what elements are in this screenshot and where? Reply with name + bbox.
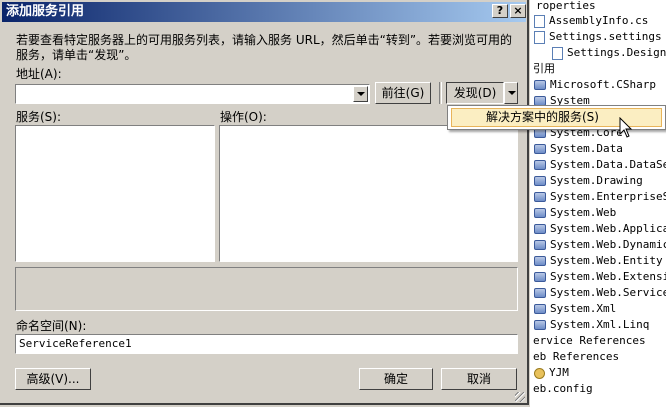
- advanced-button[interactable]: 高级(V)...: [15, 368, 91, 390]
- ok-button[interactable]: 确定: [359, 368, 433, 390]
- reference-icon: [534, 192, 546, 202]
- file-icon: [552, 46, 563, 60]
- reference-icon: [534, 304, 546, 314]
- discover-dropdown-button[interactable]: [504, 82, 518, 104]
- dialog-titlebar[interactable]: 添加服务引用 ? ×: [2, 2, 526, 22]
- web-reference-icon: [534, 367, 545, 379]
- reference-icon: [534, 256, 546, 266]
- discover-menu: 解决方案中的服务(S): [447, 105, 666, 130]
- explorer-ref-system-web-app[interactable]: System.Web.Applicati: [534, 221, 666, 237]
- explorer-item-properties[interactable]: roperties: [536, 0, 596, 14]
- explorer-item-web-references[interactable]: eb References: [533, 349, 619, 365]
- explorer-item-references[interactable]: 引用: [533, 61, 555, 77]
- reference-icon: [534, 288, 546, 298]
- reference-icon: [534, 320, 546, 330]
- chevron-down-icon: [357, 92, 365, 96]
- reference-icon: [534, 176, 546, 186]
- dialog-title: 添加服务引用: [6, 4, 85, 19]
- reference-icon: [534, 224, 546, 234]
- dialog-instructions: 若要查看特定服务器上的可用服务列表，请输入服务 URL，然后单击“转到”。若要浏…: [16, 33, 513, 62]
- address-dropdown-button[interactable]: [353, 86, 368, 102]
- explorer-ref-system-web-entity[interactable]: System.Web.Entity: [534, 253, 663, 269]
- discover-button[interactable]: 发现(D): [446, 82, 504, 104]
- file-icon: [534, 14, 545, 28]
- solution-explorer: roperties AssemblyInfo.cs Settings.setti…: [530, 0, 666, 407]
- address-combobox[interactable]: [15, 84, 370, 104]
- reference-icon: [534, 80, 546, 90]
- explorer-ref-system-data-dataset[interactable]: System.Data.DataSetE: [534, 157, 666, 173]
- explorer-ref-system-web-services[interactable]: System.Web.Services: [534, 285, 666, 301]
- explorer-item-settings-designer[interactable]: Settings.Designer: [552, 45, 666, 61]
- resize-grip-icon[interactable]: [515, 392, 525, 402]
- mouse-pointer-icon: [619, 117, 633, 138]
- explorer-ref-system-data[interactable]: System.Data: [534, 141, 623, 157]
- explorer-item-settings[interactable]: Settings.settings: [534, 29, 662, 45]
- help-button[interactable]: ?: [492, 4, 508, 18]
- explorer-ref-system-web-ext[interactable]: System.Web.Extensio: [534, 269, 666, 285]
- explorer-ref-system-web-dynamic[interactable]: System.Web.DynamicDa: [534, 237, 666, 253]
- reference-icon: [534, 208, 546, 218]
- go-button[interactable]: 前往(G): [375, 82, 431, 104]
- explorer-ref-microsoft-csharp[interactable]: Microsoft.CSharp: [534, 77, 656, 93]
- settings-file-icon: [534, 30, 545, 44]
- services-list[interactable]: [15, 125, 215, 262]
- explorer-ref-system-enterprise[interactable]: System.EnterpriseSer: [534, 189, 666, 205]
- operations-list[interactable]: [219, 125, 518, 262]
- explorer-item-yjm[interactable]: YJM: [534, 365, 569, 381]
- explorer-ref-system-web[interactable]: System.Web: [534, 205, 616, 221]
- explorer-item-webconfig[interactable]: eb.config: [533, 381, 593, 397]
- add-service-reference-dialog: 添加服务引用 ? × 若要查看特定服务器上的可用服务列表，请输入服务 URL，然…: [0, 0, 529, 405]
- reference-icon: [534, 240, 546, 250]
- cancel-button[interactable]: 取消: [441, 368, 517, 390]
- reference-icon: [534, 272, 546, 282]
- details-panel: [15, 267, 518, 311]
- explorer-item-service-references[interactable]: ervice References: [533, 333, 646, 349]
- explorer-item-assemblyinfo[interactable]: AssemblyInfo.cs: [534, 13, 648, 29]
- reference-icon: [534, 144, 546, 154]
- reference-icon: [534, 160, 546, 170]
- explorer-ref-system-xml[interactable]: System.Xml: [534, 301, 616, 317]
- explorer-ref-system-xml-linq[interactable]: System.Xml.Linq: [534, 317, 649, 333]
- chevron-down-icon: [508, 91, 516, 95]
- namespace-input[interactable]: ServiceReference1: [15, 334, 518, 354]
- namespace-value: ServiceReference1: [19, 337, 132, 350]
- address-label: 地址(A):: [16, 67, 62, 81]
- namespace-label: 命名空间(N):: [16, 319, 87, 333]
- operations-label: 操作(O):: [220, 110, 267, 124]
- explorer-ref-system-drawing[interactable]: System.Drawing: [534, 173, 643, 189]
- close-button[interactable]: ×: [510, 4, 526, 18]
- services-label: 服务(S):: [16, 110, 62, 124]
- toolbar-separator: [439, 82, 442, 104]
